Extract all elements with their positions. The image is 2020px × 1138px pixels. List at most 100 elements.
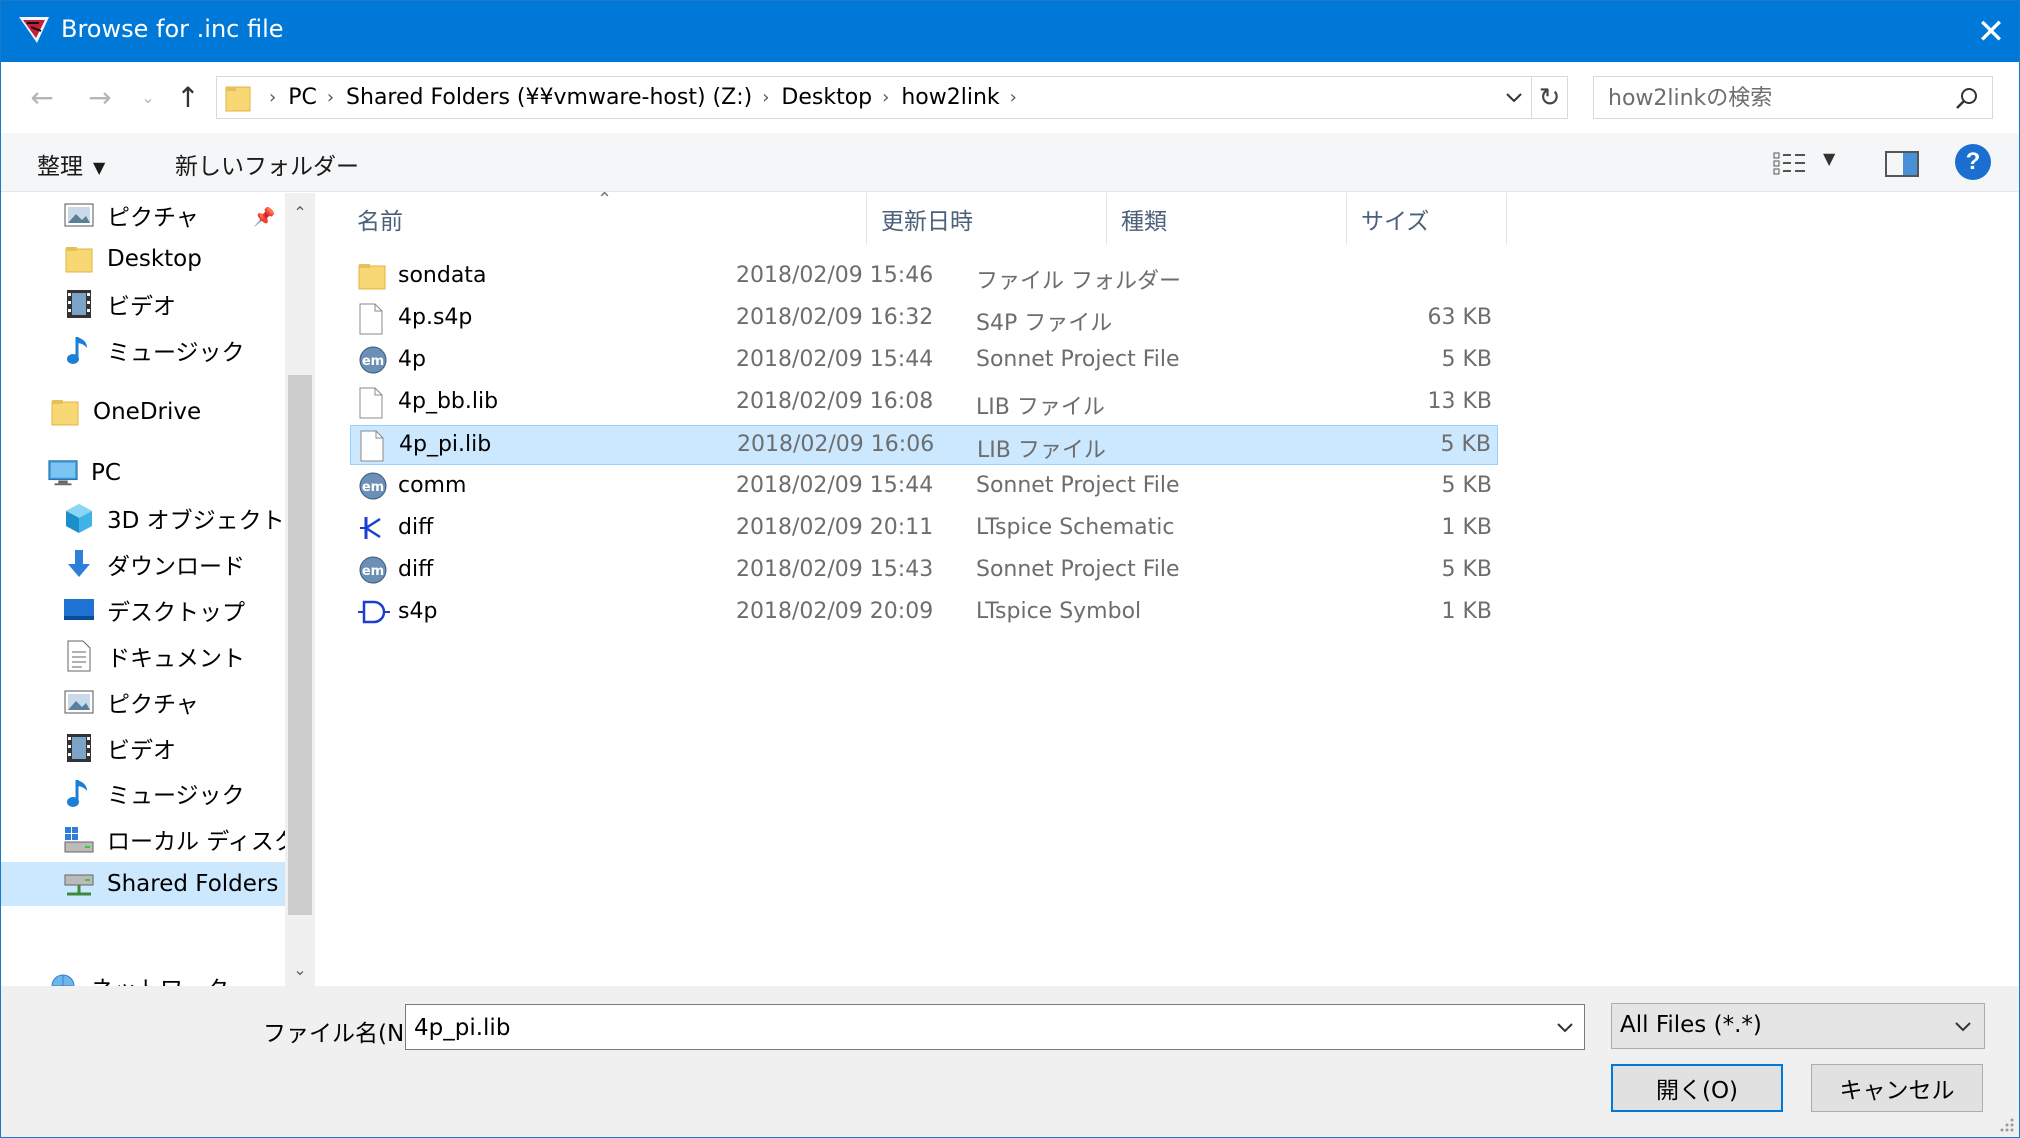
address-row: ← → ⌄ ↑ › PC › Shared Folders (¥¥vmware-…: [1, 62, 2019, 133]
search-input[interactable]: [1608, 83, 1938, 113]
file-row[interactable]: 4p_pi.lib 2018/02/09 16:06 LIB ファイル 5 KB: [350, 425, 1498, 465]
address-dropdown-button[interactable]: [1497, 77, 1531, 118]
file-type: LTspice Symbol: [976, 599, 1142, 624]
nav-scrollbar[interactable]: ⌃ ⌄: [285, 193, 315, 986]
nav-item[interactable]: OneDrive: [49, 390, 285, 434]
file-name: s4p: [398, 599, 438, 624]
nav-item[interactable]: デスクトップ: [63, 588, 285, 632]
nav-item[interactable]: 3D オブジェクト: [63, 496, 285, 540]
organize-button[interactable]: 整理 ▼: [37, 147, 105, 181]
breadcrumb-separator-icon: ›: [269, 87, 277, 108]
folder-icon: [49, 396, 81, 428]
preview-pane-icon[interactable]: [1885, 150, 1919, 178]
search-box[interactable]: [1593, 76, 1993, 119]
nav-item[interactable]: ネットワーク: [47, 965, 285, 986]
breadcrumb-shared-folders[interactable]: Shared Folders (¥¥vmware-host) (Z:): [346, 85, 752, 110]
nav-item[interactable]: ローカル ディスク (C: [63, 817, 285, 861]
file-icon: [358, 303, 388, 335]
file-date: 2018/02/09 15:46: [736, 263, 934, 288]
column-type-label: 種類: [1121, 209, 1167, 235]
address-bar[interactable]: › PC › Shared Folders (¥¥vmware-host) (Z…: [216, 76, 1568, 119]
title-bar: Browse for .inc file ✕: [1, 1, 2019, 62]
refresh-button[interactable]: ↻: [1531, 77, 1567, 118]
new-folder-button[interactable]: 新しいフォルダー: [175, 147, 359, 181]
file-row[interactable]: em comm 2018/02/09 15:44 Sonnet Project Fil…: [350, 467, 1498, 507]
sonnet-icon: em: [358, 471, 388, 503]
nav-item[interactable]: ドキュメント: [63, 634, 285, 678]
file-row[interactable]: diff 2018/02/09 20:11 LTspice Schematic 1 K…: [350, 509, 1498, 549]
file-row[interactable]: 4p.s4p 2018/02/09 16:32 S4P ファイル 63 KB: [350, 299, 1498, 339]
network-drive-icon: [63, 868, 95, 900]
nav-item[interactable]: ミュージック: [63, 771, 285, 815]
computer-icon: [47, 457, 79, 489]
scroll-up-icon[interactable]: ⌃: [285, 197, 315, 227]
file-size: 63 KB: [1427, 305, 1492, 330]
recent-locations-button[interactable]: ⌄: [131, 80, 165, 114]
file-size: 5 KB: [1441, 557, 1492, 582]
file-type-filter[interactable]: All Files (*.*): [1611, 1003, 1985, 1049]
file-list: 名前 ⌃ 更新日時 種類 サイズ sondata 2018/02/09 15:46…: [315, 189, 2019, 986]
nav-item[interactable]: ダウンロード: [63, 542, 285, 586]
file-size: 13 KB: [1427, 389, 1492, 414]
nav-item[interactable]: PC: [47, 451, 285, 495]
nav-item-label: デスクトップ: [107, 600, 245, 626]
nav-item-label: ローカル ディスク (C: [107, 829, 285, 855]
file-row[interactable]: s4p 2018/02/09 20:09 LTspice Symbol 1 KB: [350, 593, 1498, 633]
file-icon: [359, 430, 389, 462]
file-name: 4p: [398, 347, 426, 372]
file-size: 1 KB: [1441, 515, 1492, 540]
scroll-down-icon[interactable]: ⌄: [285, 954, 315, 984]
network-icon: [47, 971, 79, 986]
documents-icon: [63, 640, 95, 672]
file-icon: [358, 387, 388, 419]
file-date: 2018/02/09 16:32: [736, 305, 934, 330]
breadcrumb-separator-icon: ›: [1009, 87, 1017, 108]
filter-dropdown-button[interactable]: [1948, 1010, 1978, 1044]
filename-input[interactable]: [414, 1013, 1534, 1043]
ltspice-symbol-icon: [358, 597, 390, 629]
open-button[interactable]: 開く(O): [1611, 1064, 1783, 1112]
arrow-up-icon: ↑: [176, 80, 200, 114]
file-row[interactable]: em 4p 2018/02/09 15:44 Sonnet Project File 5…: [350, 341, 1498, 381]
help-icon[interactable]: ?: [1955, 144, 1991, 180]
up-button[interactable]: ↑: [171, 80, 205, 114]
file-row[interactable]: sondata 2018/02/09 15:46 ファイル フォルダー: [350, 257, 1498, 297]
breadcrumb-desktop[interactable]: Desktop: [781, 85, 872, 110]
file-type: LTspice Schematic: [976, 515, 1175, 540]
file-type-filter-value: All Files (*.*): [1620, 1012, 1762, 1038]
breadcrumb-how2link[interactable]: how2link: [901, 85, 999, 110]
command-bar: 整理 ▼ 新しいフォルダー ▼ ?: [1, 133, 2019, 192]
cancel-button[interactable]: キャンセル: [1811, 1064, 1983, 1112]
nav-item[interactable]: ピクチャ: [63, 680, 285, 724]
column-header-date[interactable]: 更新日時: [867, 193, 1107, 245]
filename-dropdown-button[interactable]: [1550, 1011, 1580, 1045]
view-options-icon[interactable]: [1773, 151, 1807, 177]
view-options-dropdown-icon[interactable]: ▼: [1823, 149, 1835, 168]
forward-button[interactable]: →: [83, 80, 117, 114]
file-row[interactable]: em diff 2018/02/09 15:43 Sonnet Project Fil…: [350, 551, 1498, 591]
nav-item[interactable]: ピクチャ: [63, 193, 285, 237]
nav-item[interactable]: Desktop: [63, 237, 285, 281]
svg-text:em: em: [362, 354, 384, 369]
nav-item[interactable]: Shared Folders (¥: [1, 862, 285, 906]
file-name: diff: [398, 557, 434, 582]
nav-item[interactable]: ミュージック: [63, 328, 285, 372]
folder-icon: [63, 243, 95, 275]
resize-grip-icon[interactable]: [1997, 1115, 2015, 1133]
nav-item[interactable]: ビデオ: [63, 726, 285, 770]
column-header-type[interactable]: 種類: [1107, 193, 1347, 245]
file-row[interactable]: 4p_bb.lib 2018/02/09 16:08 LIB ファイル 13 KB: [350, 383, 1498, 423]
file-name: 4p.s4p: [398, 305, 473, 330]
ltspice-schematic-icon: [358, 513, 388, 545]
column-header-size[interactable]: サイズ: [1347, 193, 1507, 245]
breadcrumb-separator-icon: ›: [762, 87, 770, 108]
nav-item[interactable]: ビデオ: [63, 282, 285, 326]
close-button[interactable]: ✕: [1961, 1, 2019, 62]
column-header-name[interactable]: 名前 ⌃: [315, 189, 867, 245]
filename-combobox[interactable]: [405, 1004, 1585, 1050]
breadcrumb-pc[interactable]: PC: [288, 85, 317, 110]
back-button[interactable]: ←: [25, 80, 59, 114]
scroll-thumb[interactable]: [288, 375, 312, 915]
file-type: S4P ファイル: [976, 311, 1113, 336]
nav-item-label: ドキュメント: [107, 646, 245, 672]
